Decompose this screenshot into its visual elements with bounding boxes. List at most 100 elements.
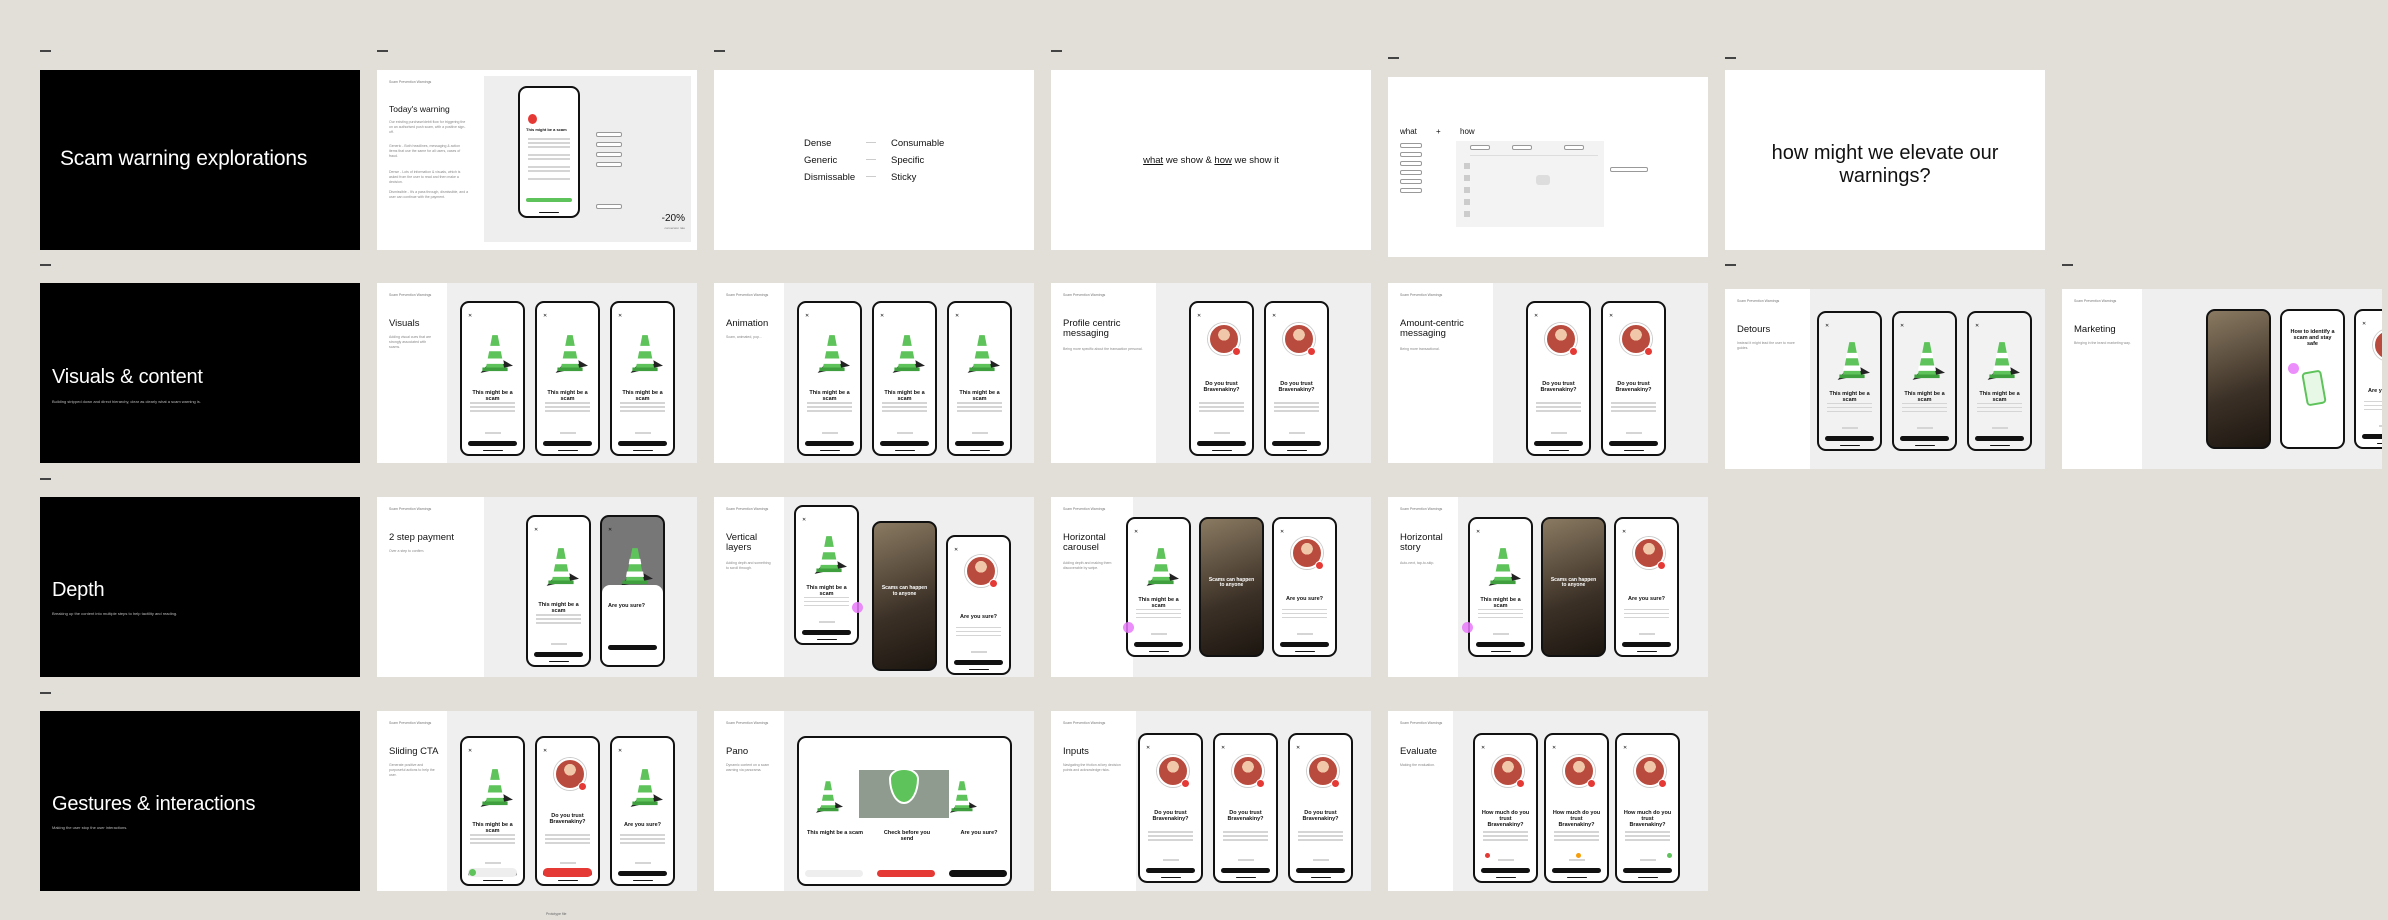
phone-mockup[interactable]: ✕ This might be a scam xyxy=(460,301,525,456)
exploration-slide[interactable]: Scam Prevention Warnings Detours Instead i… xyxy=(1725,289,2045,469)
bottom-sheet[interactable]: Are you sure? xyxy=(602,585,663,665)
close-icon[interactable]: ✕ xyxy=(1609,313,1613,319)
phone-mockup[interactable]: This might be a scam xyxy=(518,86,580,218)
close-icon[interactable]: ✕ xyxy=(1296,745,1300,751)
secondary-action[interactable] xyxy=(1497,859,1514,861)
close-icon[interactable]: ✕ xyxy=(1622,529,1626,535)
phone-mockup[interactable]: How to identify a scam and stay safe xyxy=(2280,309,2345,449)
primary-button[interactable] xyxy=(955,441,1004,446)
exploration-slide[interactable]: Scam Prevention Warnings Horizontal carou… xyxy=(1051,497,1371,677)
phone-mockup[interactable]: ✕ Do you trust Bravenakiny? xyxy=(1189,301,1254,456)
phone-mockup[interactable]: ✕ This might be a scam xyxy=(1817,311,1882,451)
secondary-action[interactable] xyxy=(550,643,567,645)
primary-button[interactable] xyxy=(1481,868,1530,873)
close-icon[interactable]: ✕ xyxy=(1221,745,1225,751)
close-icon[interactable]: ✕ xyxy=(1623,745,1627,751)
exploration-slide[interactable]: Scam Prevention Warnings Inputs Navigating… xyxy=(1051,711,1371,891)
close-icon[interactable]: ✕ xyxy=(1481,745,1485,751)
close-icon[interactable]: ✕ xyxy=(618,748,622,754)
secondary-action[interactable] xyxy=(634,432,651,434)
secondary-action[interactable] xyxy=(1237,859,1254,861)
primary-button[interactable] xyxy=(1134,642,1183,647)
primary-button[interactable] xyxy=(1552,868,1601,873)
secondary-action[interactable] xyxy=(1162,859,1179,861)
slide-track[interactable] xyxy=(543,868,592,877)
exploration-slide[interactable]: Scam Prevention Warnings 2 step payment Ov… xyxy=(377,497,697,677)
secondary-action[interactable] xyxy=(818,621,835,623)
close-icon[interactable]: ✕ xyxy=(618,313,622,319)
secondary-action[interactable] xyxy=(1296,633,1313,635)
primary-button[interactable] xyxy=(618,871,667,876)
primary-button[interactable] xyxy=(802,630,851,635)
primary-button[interactable] xyxy=(1975,436,2024,441)
secondary-action[interactable] xyxy=(484,432,501,434)
secondary-action[interactable] xyxy=(2378,425,2382,427)
primary-button[interactable] xyxy=(954,660,1003,665)
phone-mockup[interactable]: ✕ Are you sure? xyxy=(1614,517,1679,657)
secondary-action[interactable] xyxy=(1213,432,1230,434)
phone-mockup[interactable]: ✕ How much do you trust Bravenakiny? xyxy=(1544,733,1609,883)
close-icon[interactable]: ✕ xyxy=(2362,321,2366,327)
comparison-slide[interactable]: Dense Generic Dismissable Consumable Spe… xyxy=(714,70,1034,250)
primary-button[interactable] xyxy=(1197,441,1246,446)
secondary-action[interactable] xyxy=(821,432,838,434)
close-icon[interactable]: ✕ xyxy=(1900,323,1904,329)
close-icon[interactable]: ✕ xyxy=(1280,529,1284,535)
phone-mockup[interactable]: ✕ This might be a scam xyxy=(1126,517,1191,657)
phone-mockup[interactable]: ✕ Do you trust Bravenakiny? xyxy=(535,736,600,886)
photo-card[interactable]: Scams can happen to anyone xyxy=(872,521,937,671)
exploration-slide[interactable]: Scam Prevention Warnings Horizontal story… xyxy=(1388,497,1708,677)
todays-warning-slide[interactable]: Scam Prevention Warnings Today's warning… xyxy=(377,70,697,250)
secondary-action[interactable] xyxy=(1492,633,1509,635)
primary-button[interactable] xyxy=(1609,441,1658,446)
phone-mockup[interactable]: ✕ Are you sure? xyxy=(2354,309,2382,449)
secondary-action[interactable] xyxy=(1991,427,2008,429)
secondary-action[interactable] xyxy=(559,432,576,434)
primary-button[interactable] xyxy=(880,441,929,446)
phone-mockup[interactable]: ✕ Do you trust Bravenakiny? xyxy=(1138,733,1203,883)
secondary-action[interactable] xyxy=(1916,427,1933,429)
phone-mockup[interactable]: ✕ This might be a scam xyxy=(1967,311,2032,451)
primary-button[interactable] xyxy=(805,441,854,446)
confirm-button[interactable] xyxy=(608,645,657,650)
close-icon[interactable]: ✕ xyxy=(1272,313,1276,319)
close-icon[interactable]: ✕ xyxy=(1975,323,1979,329)
continue-button[interactable] xyxy=(526,198,572,202)
secondary-action[interactable] xyxy=(484,862,501,864)
close-icon[interactable]: ✕ xyxy=(543,313,547,319)
slide-track[interactable] xyxy=(877,870,935,877)
phone-mockup[interactable]: ✕ This might be a scam xyxy=(535,301,600,456)
exploration-slide[interactable]: Scam Prevention Warnings Visuals Adding vi… xyxy=(377,283,697,463)
primary-button[interactable] xyxy=(1900,436,1949,441)
secondary-action[interactable] xyxy=(634,862,651,864)
section-slide[interactable]: Gestures & interactions Making the user … xyxy=(40,711,360,891)
rating-dot[interactable] xyxy=(1576,853,1581,858)
exploration-slide[interactable]: Scam Prevention Warnings Vertical layers A… xyxy=(714,497,1034,677)
exploration-slide[interactable]: Scam Prevention Warnings Sliding CTA Gener… xyxy=(377,711,697,891)
close-icon[interactable]: ✕ xyxy=(608,527,612,533)
close-icon[interactable]: ✕ xyxy=(1552,745,1556,751)
secondary-action[interactable] xyxy=(971,432,988,434)
primary-button[interactable] xyxy=(1623,868,1672,873)
exploration-slide[interactable]: Scam Prevention Warnings Amount-centric m… xyxy=(1388,283,1708,463)
phone-mockup[interactable]: ✕ How much do you trust Bravenakiny? xyxy=(1473,733,1538,883)
primary-button[interactable] xyxy=(1280,642,1329,647)
phone-mockup[interactable]: ✕ Are you sure? xyxy=(1272,517,1337,657)
secondary-action[interactable] xyxy=(1638,633,1655,635)
primary-button[interactable] xyxy=(1221,868,1270,873)
exploration-slide[interactable]: Scam Prevention Warnings Pano Dynamic cont… xyxy=(714,711,1034,891)
primary-button[interactable] xyxy=(1272,441,1321,446)
phone-mockup[interactable]: ✕ This might be a scam xyxy=(526,515,591,667)
slide-track[interactable] xyxy=(805,870,863,877)
close-icon[interactable]: ✕ xyxy=(1825,323,1829,329)
what-how-slide[interactable]: what we show & how we show it xyxy=(1051,70,1371,250)
slide-thumb[interactable] xyxy=(469,869,476,876)
rating-dot[interactable] xyxy=(1667,853,1672,858)
pano-phone[interactable]: This might be a scam Check before you sen… xyxy=(797,736,1012,886)
close-icon[interactable]: ✕ xyxy=(955,313,959,319)
close-icon[interactable]: ✕ xyxy=(1134,529,1138,535)
exploration-slide[interactable]: Scam Prevention Warnings Profile centric … xyxy=(1051,283,1371,463)
close-icon[interactable]: ✕ xyxy=(802,517,806,523)
phone-mockup[interactable]: ✕ This might be a scam xyxy=(797,301,862,456)
close-icon[interactable]: ✕ xyxy=(1197,313,1201,319)
